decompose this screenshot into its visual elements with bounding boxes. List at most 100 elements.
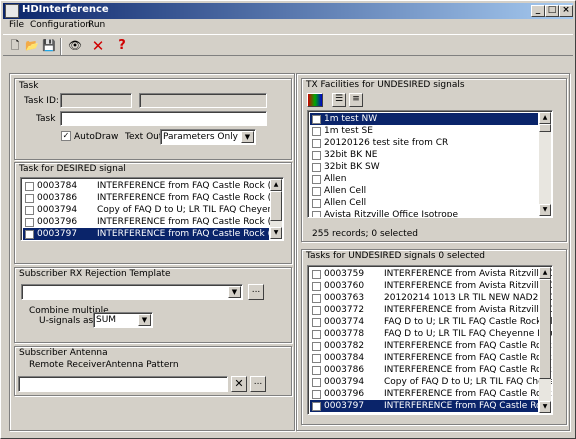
list-item[interactable]: 20120126 test site from CR: [310, 137, 538, 149]
list-item[interactable]: 0003774 FAQ D to U; LR TIL FAQ Castle Roc…: [310, 316, 552, 328]
desired-group-label: Task for DESIRED signal: [19, 164, 126, 174]
list-item[interactable]: Allen Cell: [310, 185, 538, 197]
textout-select[interactable]: Parameters Only ▼: [160, 129, 256, 145]
list-item[interactable]: 0003796 INTERFERENCE from FAQ Castle Rock…: [310, 388, 552, 400]
row-checkbox[interactable]: [312, 282, 321, 291]
list-item[interactable]: Avista Ritzville Office Isotrope: [310, 209, 538, 217]
list-item[interactable]: 0003759 INTERFERENCE from Avista Ritzvill…: [310, 268, 552, 280]
list-view-icon[interactable]: ☰: [332, 93, 346, 107]
task-name-input[interactable]: [60, 111, 267, 126]
list-item[interactable]: 32bit BK SW: [310, 161, 538, 173]
desired-scrollbar[interactable]: ▲ ▼: [270, 179, 282, 239]
delete-icon[interactable]: ✕: [89, 38, 107, 55]
title-bar[interactable]: HDInterference _ □ ×: [3, 3, 573, 19]
row-checkbox[interactable]: [312, 211, 321, 217]
row-checkbox[interactable]: [312, 342, 321, 351]
scroll-down-icon[interactable]: ▼: [270, 227, 282, 239]
combine-select[interactable]: SUM ▼: [93, 312, 153, 328]
row-checkbox[interactable]: [312, 115, 321, 124]
rx-browse-button[interactable]: ...: [248, 284, 264, 300]
list-item[interactable]: 0003786 INTERFERENCE from FAQ Castle Rock…: [23, 192, 271, 204]
list-item[interactable]: 0003794 Copy of FAQ D to U; LR TIL FAQ Ch…: [310, 376, 552, 388]
row-checkbox[interactable]: [312, 163, 321, 172]
row-checkbox[interactable]: [312, 199, 321, 208]
row-checkbox[interactable]: [312, 306, 321, 315]
list-item[interactable]: Allen Cell: [310, 197, 538, 209]
task-description: Copy of FAQ D to U; LR TIL FAQ Cheyen: [384, 377, 553, 387]
list-item[interactable]: 0003763 20120214 1013 LR TIL NEW NAD27 Ch: [310, 292, 552, 304]
undesired-group: Tasks for UNDESIRED signals 0 selected 0…: [301, 249, 567, 425]
desired-task-list[interactable]: 0003784 INTERFERENCE from FAQ Castle Rock…: [20, 177, 284, 241]
undesired-scrollbar[interactable]: ▲ ▼: [539, 267, 551, 413]
scroll-thumb[interactable]: [539, 279, 551, 379]
clear-icon[interactable]: ✕: [231, 376, 247, 392]
list-item[interactable]: 1m test NW: [310, 113, 538, 125]
autodraw-checkbox[interactable]: ✓: [61, 131, 71, 141]
row-checkbox[interactable]: [25, 182, 34, 191]
open-icon[interactable]: 📂: [23, 38, 41, 55]
list-item[interactable]: 0003760 INTERFERENCE from Avista Ritzvill…: [310, 280, 552, 292]
row-checkbox[interactable]: [25, 218, 34, 227]
row-checkbox[interactable]: [312, 127, 321, 136]
antenna-pattern-input[interactable]: [18, 376, 228, 392]
rx-template-select[interactable]: ▼: [21, 284, 243, 300]
list-item[interactable]: 0003782 INTERFERENCE from FAQ Castle Rock…: [310, 340, 552, 352]
menu-file[interactable]: File: [9, 20, 24, 30]
scroll-up-icon[interactable]: ▲: [270, 179, 282, 191]
list-item[interactable]: 32bit BK NE: [310, 149, 538, 161]
chevron-down-icon[interactable]: ▼: [241, 131, 254, 143]
task-id: 0003784: [37, 181, 78, 191]
row-checkbox[interactable]: [312, 187, 321, 196]
row-checkbox[interactable]: [25, 230, 34, 239]
scroll-down-icon[interactable]: ▼: [539, 204, 551, 216]
row-checkbox[interactable]: [312, 330, 321, 339]
list-item[interactable]: 0003797 INTERFERENCE from FAQ Castle Rock…: [23, 228, 271, 240]
close-button[interactable]: ×: [559, 5, 573, 17]
new-icon[interactable]: 🗋: [6, 38, 24, 55]
row-checkbox[interactable]: [25, 194, 34, 203]
row-checkbox[interactable]: [312, 294, 321, 303]
list-item[interactable]: 0003784 INTERFERENCE from FAQ Castle Rock…: [310, 352, 552, 364]
list-item[interactable]: 0003778 FAQ D to U; LR TIL FAQ Cheyenne M…: [310, 328, 552, 340]
scroll-up-icon[interactable]: ▲: [539, 267, 551, 279]
save-icon[interactable]: 💾: [40, 38, 58, 55]
list-item[interactable]: 0003796 INTERFERENCE from FAQ Castle Rock…: [23, 216, 271, 228]
detail-view-icon[interactable]: ≡: [349, 93, 363, 107]
list-item[interactable]: 0003794 Copy of FAQ D to U; LR TIL FAQ Ch…: [23, 204, 273, 216]
list-item[interactable]: 0003797 INTERFERENCE from FAQ Castle Rock: [310, 400, 552, 412]
undesired-task-list[interactable]: 0003759 INTERFERENCE from Avista Ritzvill…: [307, 265, 553, 415]
color-palette-icon[interactable]: [307, 93, 323, 107]
scroll-thumb[interactable]: [270, 191, 282, 221]
row-checkbox[interactable]: [312, 378, 321, 387]
row-checkbox[interactable]: [312, 354, 321, 363]
view-icon[interactable]: 👁: [66, 38, 84, 55]
maximize-button[interactable]: □: [545, 5, 559, 17]
minimize-button[interactable]: _: [531, 5, 545, 17]
scroll-down-icon[interactable]: ▼: [539, 401, 551, 413]
help-icon[interactable]: ?: [113, 38, 131, 55]
row-checkbox[interactable]: [312, 139, 321, 148]
list-item[interactable]: Allen: [310, 173, 538, 185]
tx-scrollbar[interactable]: ▲ ▼: [539, 112, 551, 216]
menu-configuration[interactable]: Configuration: [30, 20, 91, 30]
facility-name: 32bit BK NE: [324, 150, 378, 160]
scroll-up-icon[interactable]: ▲: [539, 112, 551, 124]
list-item[interactable]: 1m test SE: [310, 125, 538, 137]
menu-run[interactable]: Run: [88, 20, 105, 30]
list-item[interactable]: 0003772 INTERFERENCE from Avista Ritzvill…: [310, 304, 552, 316]
row-checkbox[interactable]: [312, 151, 321, 160]
row-checkbox[interactable]: [312, 270, 321, 279]
list-item[interactable]: 0003784 INTERFERENCE from FAQ Castle Rock…: [23, 180, 271, 192]
scroll-thumb[interactable]: [539, 124, 551, 132]
chevron-down-icon[interactable]: ▼: [138, 314, 151, 326]
list-item[interactable]: 0003786 INTERFERENCE from FAQ Castle Rock…: [310, 364, 552, 376]
row-checkbox[interactable]: [312, 390, 321, 399]
row-checkbox[interactable]: [312, 175, 321, 184]
chevron-down-icon[interactable]: ▼: [228, 286, 241, 298]
row-checkbox[interactable]: [312, 366, 321, 375]
tx-facility-list[interactable]: 1m test NW 1m test SE 20120126 test site f…: [307, 110, 553, 218]
row-checkbox[interactable]: [312, 402, 321, 411]
row-checkbox[interactable]: [25, 206, 34, 215]
row-checkbox[interactable]: [312, 318, 321, 327]
antenna-browse-button[interactable]: ...: [250, 376, 266, 392]
